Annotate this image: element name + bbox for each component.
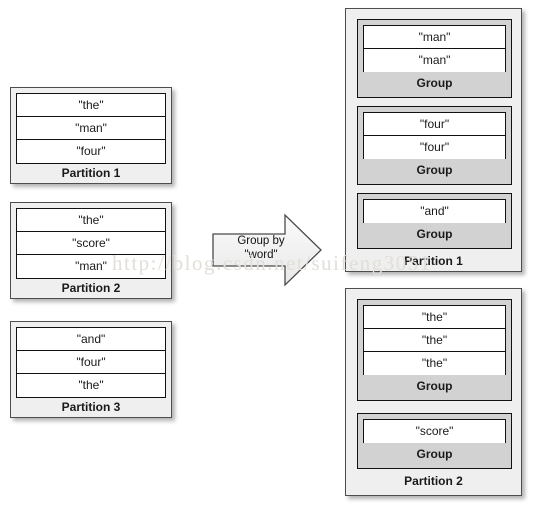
output-partition-1-group-2: "four" "four" Group (357, 106, 512, 185)
input-partition-2-label: Partition 2 (61, 281, 121, 295)
group-rows: "man" "man" (363, 25, 506, 72)
output-partition-1-label: Partition 1 (404, 254, 463, 268)
row-item: "man" (17, 117, 165, 140)
output-partition-2-group-1: "the" "the" "the" Group (357, 299, 512, 401)
row-item: "four" (364, 113, 505, 136)
output-partition-1-group-1: "man" "man" Group (357, 19, 512, 98)
group-rows: "and" (363, 199, 506, 223)
input-partition-3-rows: "and" "four" "the" (16, 327, 166, 398)
row-item: "man" (364, 26, 505, 49)
row-item: "the" (364, 306, 505, 329)
input-partition-3: "and" "four" "the" Partition 3 (10, 321, 172, 418)
row-item: "man" (17, 255, 165, 278)
output-partition-2-group-2: "score" Group (357, 413, 512, 469)
group-label: Group (416, 163, 453, 177)
input-partition-3-label: Partition 3 (61, 400, 121, 414)
row-item: "score" (364, 420, 505, 443)
group-label: Group (416, 379, 453, 393)
row-item: "and" (17, 328, 165, 351)
input-partition-2-rows: "the" "score" "man" (16, 208, 166, 279)
group-rows: "score" (363, 419, 506, 443)
row-item: "the" (17, 209, 165, 232)
row-item: "the" (364, 352, 505, 375)
group-label: Group (416, 227, 453, 241)
arrow-label: Group by "word" (225, 234, 297, 262)
diagram-canvas: "the" "man" "four" Partition 1 "the" "sc… (0, 0, 535, 506)
arrow-label-line1: Group by (237, 235, 285, 247)
group-by-arrow: Group by "word" (211, 212, 323, 288)
input-partition-2: "the" "score" "man" Partition 2 (10, 202, 172, 299)
row-item: "the" (364, 329, 505, 352)
row-item: "four" (17, 140, 165, 163)
row-item: "four" (17, 351, 165, 374)
group-rows: "the" "the" "the" (363, 305, 506, 375)
input-partition-1-label: Partition 1 (61, 166, 121, 180)
output-partition-2: "the" "the" "the" Group "score" Group Pa… (345, 288, 522, 496)
group-rows: "four" "four" (363, 112, 506, 159)
group-label: Group (416, 447, 453, 461)
group-label: Group (416, 76, 453, 90)
row-item: "man" (364, 49, 505, 72)
input-partition-1: "the" "man" "four" Partition 1 (10, 87, 172, 184)
row-item: "four" (364, 136, 505, 159)
arrow-label-line2: "word" (244, 249, 278, 261)
input-partition-1-rows: "the" "man" "four" (16, 93, 166, 164)
output-partition-1-group-3: "and" Group (357, 193, 512, 249)
row-item: "and" (364, 200, 505, 223)
output-partition-2-label: Partition 2 (404, 474, 463, 488)
row-item: "score" (17, 232, 165, 255)
row-item: "the" (17, 374, 165, 397)
row-item: "the" (17, 94, 165, 117)
output-partition-1: "man" "man" Group "four" "four" Group "a… (345, 8, 522, 272)
